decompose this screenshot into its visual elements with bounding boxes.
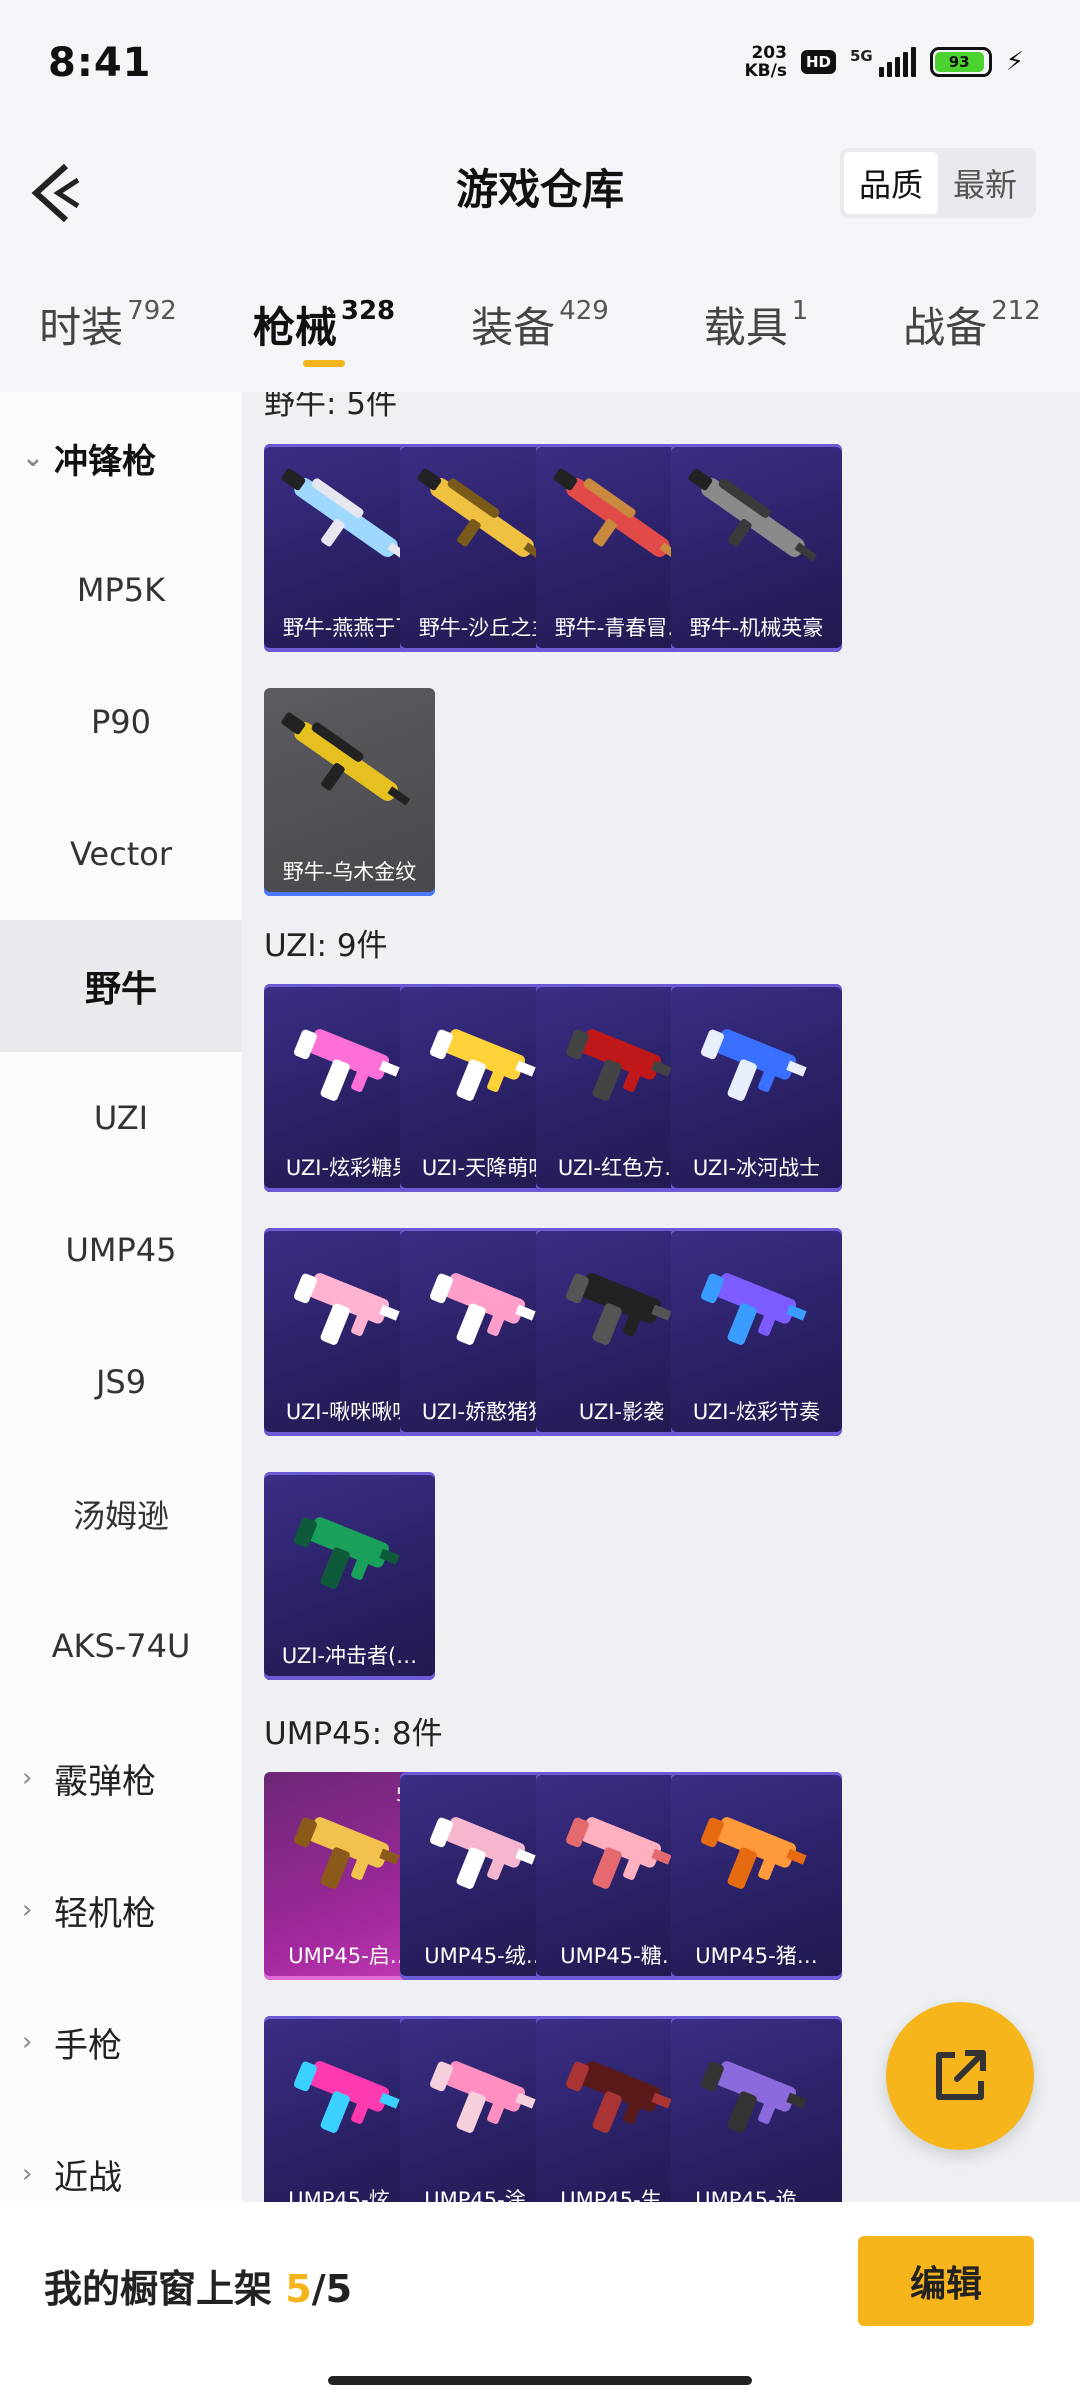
sidebar-group-label: 霰弹枪 [54, 1761, 156, 1802]
network-type: 5G [849, 47, 873, 65]
tab-label: 时装 [39, 303, 124, 352]
section-title-bizon: 野牛: 5件 [264, 392, 398, 422]
battery-icon: 93 [929, 47, 992, 77]
share-icon [936, 2050, 986, 2100]
skin-card[interactable]: UMP45-诡… [671, 2016, 842, 2202]
sidebar-group-label: 轻机枪 [54, 1893, 156, 1934]
showcase-bar: 我的橱窗上架 5/5 编辑 [0, 2202, 1080, 2400]
weapon-skin-image [700, 2061, 807, 2133]
status-time: 8:41 [48, 40, 152, 86]
showcase-status: 我的橱窗上架 5/5 [44, 2258, 352, 2313]
sidebar-item-p90[interactable]: P90 [0, 656, 242, 788]
skin-name: UZI-炫彩节奏 [692, 1400, 821, 1424]
category-tabs: 时装 792 枪械 328 装备 429 载具 1 战备 212 [0, 270, 1080, 380]
hd-icon: HD [800, 50, 836, 74]
skin-name: 野牛-机械英豪 [689, 616, 824, 640]
chevron-right-icon: › [22, 1895, 33, 1925]
tab-count: 328 [340, 296, 396, 326]
sidebar-group-label: 冲锋枪 [54, 441, 156, 482]
tab-supplies[interactable]: 战备 212 [864, 270, 1080, 380]
active-tab-indicator [303, 360, 345, 367]
edit-button[interactable]: 编辑 [858, 2236, 1034, 2326]
status-icons: 203 KB/s HD 5G 93 ⚡ [745, 44, 1025, 80]
sidebar-item-uzi[interactable]: UZI [0, 1052, 242, 1184]
network-speed-unit: KB/s [744, 61, 787, 81]
tab-count: 212 [991, 296, 1041, 326]
chevron-right-icon: › [22, 2159, 33, 2189]
tab-label: 装备 [471, 303, 556, 352]
sidebar-item-mp5k[interactable]: MP5K [0, 524, 242, 656]
sidebar-item-aks74u[interactable]: AKS-74U [0, 1580, 242, 1712]
skin-card[interactable]: 野牛-机械英豪 [671, 444, 842, 652]
sidebar-group-melee[interactable]: › 近战 [0, 2108, 242, 2202]
section-title-uzi: UZI: 9件 [264, 928, 388, 964]
showcase-label: 我的橱窗上架 [44, 2267, 273, 2311]
charging-icon: ⚡ [1005, 47, 1024, 77]
section-title-ump45: UMP45: 8件 [264, 1716, 443, 1752]
weapon-skin-image [293, 1517, 400, 1589]
sort-quality-button[interactable]: 品质 [844, 152, 938, 214]
skin-card[interactable]: UZI-冰河战士 [671, 984, 842, 1192]
sidebar-item-vector[interactable]: Vector [0, 788, 242, 920]
skin-card[interactable]: UZI-冲击者(… [264, 1472, 435, 1680]
network-speed: 203 KB/s [745, 44, 787, 80]
sidebar-group-shotgun[interactable]: › 霰弹枪 [0, 1712, 242, 1844]
skin-name: UMP45-猪… [695, 1944, 818, 1968]
skin-name: UZI-冲击者(… [281, 1644, 418, 1668]
tab-label: 载具 [703, 303, 788, 352]
network-speed-value: 203 [751, 43, 787, 63]
tab-fashion[interactable]: 时装 792 [0, 270, 216, 380]
sidebar-group-label: 手枪 [54, 2025, 122, 2066]
weapon-category-sidebar: ⌄ 冲锋枪 MP5K P90 Vector 野牛 UZI UMP45 JS9 汤… [0, 392, 242, 2202]
sidebar-group-lmg[interactable]: › 轻机枪 [0, 1844, 242, 1976]
battery-level: 93 [934, 52, 984, 72]
sidebar-group-pistol[interactable]: › 手枪 [0, 1976, 242, 2108]
tab-equipment[interactable]: 装备 429 [432, 270, 648, 380]
skin-name: UZI-冰河战士 [692, 1156, 821, 1180]
tab-vehicles[interactable]: 载具 1 [648, 270, 864, 380]
status-bar: 8:41 203 KB/s HD 5G 93 ⚡ [0, 0, 1080, 130]
skin-card[interactable]: UMP45-猪… [671, 1772, 842, 1980]
skin-name: 野牛-乌木金纹 [282, 860, 417, 884]
home-indicator [328, 2376, 752, 2385]
skin-card[interactable]: UZI-炫彩节奏 [671, 1228, 842, 1436]
chevron-right-icon: › [22, 1763, 33, 1793]
sort-newest-button[interactable]: 最新 [938, 152, 1032, 214]
showcase-total-count: /5 [311, 2267, 353, 2311]
tab-count: 429 [559, 296, 609, 326]
sidebar-item-ump45[interactable]: UMP45 [0, 1184, 242, 1316]
sidebar-item-js9[interactable]: JS9 [0, 1316, 242, 1448]
weapon-skin-image [700, 1029, 807, 1101]
page-header: 游戏仓库 品质 最新 [0, 130, 1080, 260]
skin-grid: 野牛: 5件 UZI: 9件 UMP45: 8件 野牛-燕燕于飞 野牛-沙丘之主野… [242, 392, 1080, 2202]
weapon-skin-image [700, 1273, 807, 1345]
weapon-skin-image [700, 1817, 807, 1889]
weapon-skin-image [688, 468, 818, 562]
tab-count: 1 [791, 296, 809, 326]
sidebar-item-thompson[interactable]: 汤姆逊 [0, 1448, 242, 1580]
sidebar-item-bizon[interactable]: 野牛 [0, 920, 242, 1052]
showcase-current-count: 5 [285, 2267, 312, 2311]
tab-count: 792 [127, 296, 177, 326]
skin-name: UMP45-诡… [695, 2188, 818, 2202]
signal-icon: 5G [850, 47, 916, 77]
skin-card[interactable]: 野牛-乌木金纹 [264, 688, 435, 896]
sidebar-group-label: 近战 [54, 2157, 122, 2198]
tab-label: 战备 [903, 303, 988, 352]
chevron-right-icon: › [22, 2027, 33, 2057]
chevron-down-icon: ⌄ [22, 443, 44, 473]
weapon-skin-image [281, 712, 411, 806]
sidebar-group-smg[interactable]: ⌄ 冲锋枪 [0, 392, 242, 524]
tab-label: 枪械 [252, 303, 337, 352]
share-button[interactable] [886, 2002, 1034, 2150]
tab-firearms[interactable]: 枪械 328 [216, 270, 432, 380]
sort-toggle: 品质 最新 [840, 148, 1036, 218]
